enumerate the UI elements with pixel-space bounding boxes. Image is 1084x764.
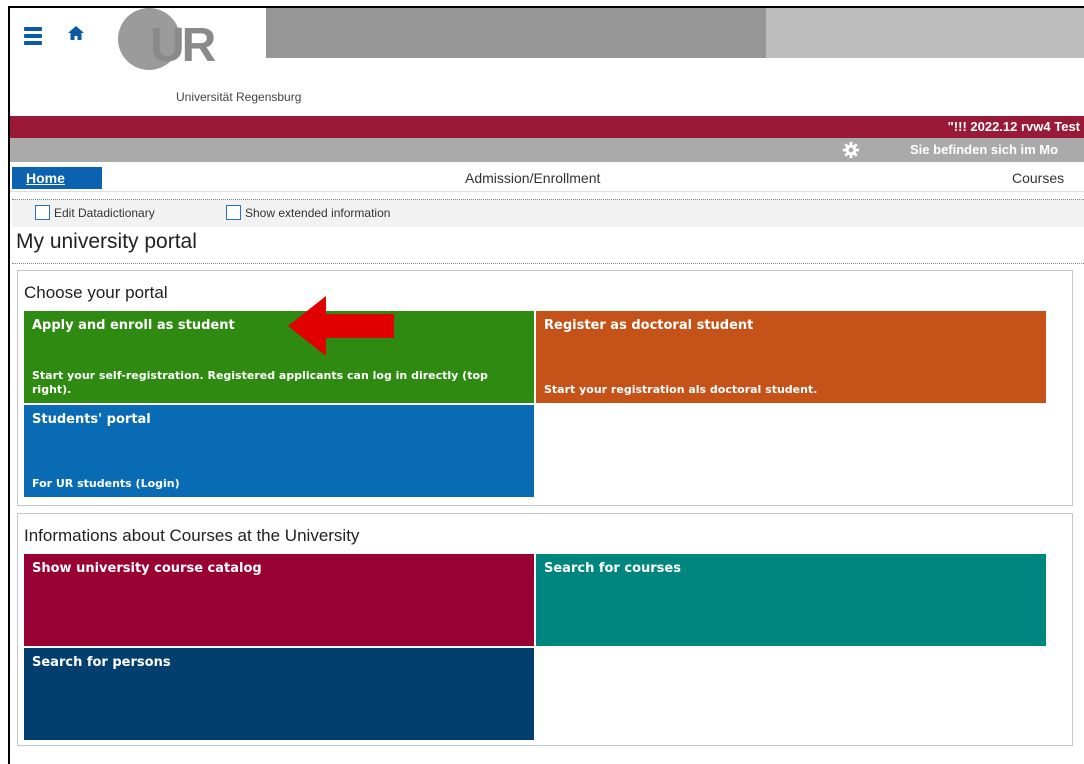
location-bar: Sie befinden sich im Mo: [10, 138, 1084, 162]
tile-search-courses[interactable]: Search for courses: [536, 554, 1046, 646]
header: UR Universität Regensburg: [10, 8, 1084, 116]
tile-title: Register as doctoral student: [544, 318, 754, 333]
tile-title: Students' portal: [32, 412, 151, 427]
portal-section: Choose your portal Apply and enroll as s…: [17, 270, 1073, 506]
home-icon[interactable]: [67, 24, 85, 42]
tile-title: Show university course catalog: [32, 561, 262, 576]
gear-icon[interactable]: [842, 141, 860, 159]
arrow-shape: [288, 296, 394, 356]
tile-description: For UR students (Login): [32, 477, 180, 490]
show-extended-information-label: Show extended information: [245, 205, 391, 220]
edit-datadictionary-label: Edit Datadictionary: [54, 205, 155, 220]
tile-title: Apply and enroll as student: [32, 318, 235, 333]
checkbox-box[interactable]: [226, 205, 241, 220]
edit-datadictionary-checkbox[interactable]: Edit Datadictionary: [35, 205, 155, 220]
tile-search-persons[interactable]: Search for persons: [24, 648, 534, 740]
section-title: Choose your portal: [24, 283, 168, 302]
tile-register-doctoral[interactable]: Register as doctoral student Start your …: [536, 311, 1046, 403]
header-banner-light: [766, 8, 1084, 58]
nav-home[interactable]: Home: [12, 167, 102, 189]
tile-title: Search for persons: [32, 655, 171, 670]
dev-options-bar: Edit Datadictionary Show extended inform…: [12, 199, 1084, 227]
section-title: Informations about Courses at the Univer…: [24, 526, 360, 545]
show-extended-information-checkbox[interactable]: Show extended information: [226, 205, 390, 220]
courses-section: Informations about Courses at the Univer…: [17, 513, 1073, 746]
checkbox-box[interactable]: [35, 205, 50, 220]
nav-admission-enrollment[interactable]: Admission/Enrollment: [465, 167, 600, 189]
tile-description: Start your self-registration. Registered…: [32, 369, 488, 396]
tile-course-catalog[interactable]: Show university course catalog: [24, 554, 534, 646]
system-notice-bar: "!!! 2022.12 rvw4 Test: [10, 116, 1084, 138]
menu-icon[interactable]: [24, 27, 42, 45]
tile-students-portal[interactable]: Students' portal For UR students (Login): [24, 405, 534, 497]
nav-courses[interactable]: Courses: [1012, 167, 1064, 189]
tile-description: Start your registration als doctoral stu…: [544, 383, 818, 396]
logo-text: Universität Regensburg: [176, 90, 302, 104]
header-banner: [266, 8, 766, 58]
page-title: My university portal: [16, 230, 197, 253]
tile-title: Search for courses: [544, 561, 681, 576]
red-arrow-annotation: [288, 296, 394, 356]
tile-apply-enroll[interactable]: Apply and enroll as student Start your s…: [24, 311, 534, 403]
logo-letters: UR: [150, 19, 216, 72]
main-navigation: Home Admission/Enrollment Courses: [10, 165, 1084, 192]
browser-frame: UR Universität Regensburg "!!! 2022.12 r…: [8, 6, 1084, 764]
title-divider: [12, 263, 1084, 264]
location-text: Sie befinden sich im Mo: [910, 142, 1059, 157]
